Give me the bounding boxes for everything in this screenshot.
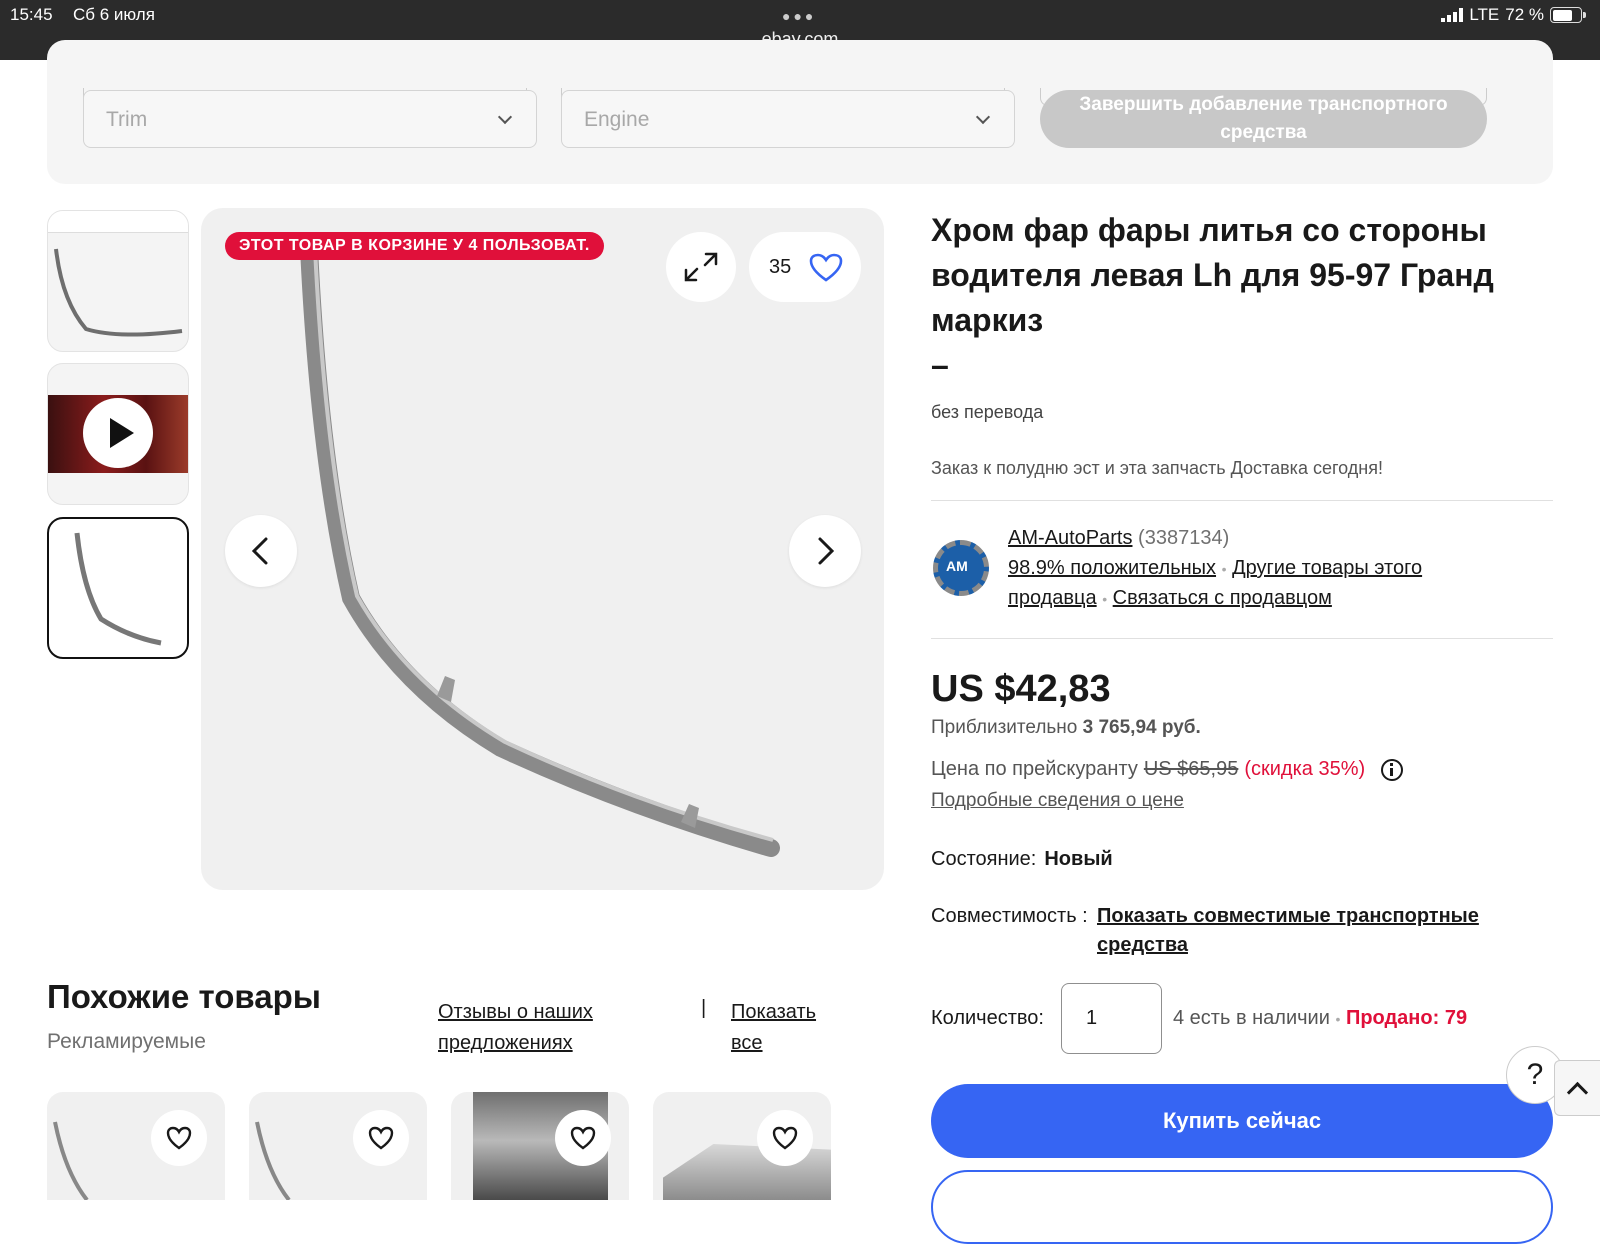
heart-icon (166, 1126, 192, 1150)
seller-logo[interactable]: AM (933, 540, 989, 596)
similar-items-subtitle: Рекламируемые (47, 1030, 206, 1053)
link-separator: | (701, 997, 707, 1019)
chevron-down-icon (497, 109, 513, 125)
product-title-text: Хром фар фары литья со стороны водителя … (931, 212, 1494, 338)
condition-value: Новый (1044, 848, 1113, 870)
engine-placeholder: Engine (584, 108, 650, 131)
divider (931, 500, 1553, 501)
product-title-dash: – (931, 347, 949, 383)
seller-links-line-2: продавца • Связаться с продавцом (1008, 587, 1332, 609)
quantity-label: Количество: (931, 1007, 1044, 1029)
trim-placeholder: Trim (106, 108, 148, 131)
finish-add-vehicle-button[interactable]: Завершить добавление транспортного средс… (1040, 90, 1487, 148)
similar-item-card[interactable] (47, 1092, 225, 1200)
network-type: LTE (1469, 5, 1500, 24)
delivery-promo: Заказ к полудню эст и эта запчасть Доста… (931, 458, 1383, 478)
product-subtitle: без перевода (931, 402, 1044, 422)
trim-select[interactable]: Trim (83, 90, 537, 148)
watch-heart-button[interactable] (555, 1110, 611, 1166)
product-title: Хром фар фары литья со стороны водителя … (931, 208, 1551, 388)
approx-price-value: 3 765,94 руб. (1082, 717, 1201, 738)
seller-feedback-count: (3387134) (1138, 527, 1230, 549)
heart-icon (809, 253, 843, 282)
available-count: 4 есть в наличии (1173, 1007, 1330, 1029)
cart-popularity-badge: ЭТОТ ТОВАР В КОРЗИНЕ У 4 ПОЛЬЗОВАТ. (225, 232, 604, 260)
status-time: 15:45 (10, 5, 53, 24)
next-image-button[interactable] (789, 515, 861, 587)
thumbnail-part-image (74, 532, 162, 646)
buy-now-button[interactable]: Купить сейчас (931, 1084, 1553, 1158)
thumbnail-part-image (54, 248, 183, 337)
info-icon[interactable] (1381, 758, 1404, 781)
status-indicators: LTE 72 % (1441, 5, 1586, 25)
expand-icon (684, 252, 718, 282)
battery-icon (1550, 7, 1586, 23)
divider (931, 638, 1553, 639)
chevron-right-icon (818, 537, 835, 565)
sold-count: Продано: 79 (1345, 1007, 1468, 1029)
seller-other-items-link-cont[interactable]: продавца (1008, 587, 1097, 609)
condition-line: Состояние: Новый (931, 848, 1113, 871)
vehicle-selector-panel: Trim Engine Завершить добавление транспо… (47, 40, 1553, 184)
discount-value: (скидка 35%) (1244, 758, 1366, 780)
product-main-image (300, 239, 780, 857)
chevron-down-icon (975, 109, 991, 125)
seller-name-link[interactable]: AM-AutoParts (1008, 527, 1132, 549)
cellular-signal-icon (1441, 8, 1464, 22)
status-date: Сб 6 июля (73, 5, 155, 24)
condition-label: Состояние: (931, 848, 1037, 870)
heart-icon (368, 1126, 394, 1150)
similar-item-card[interactable] (249, 1092, 427, 1200)
thumbnail-video[interactable] (47, 363, 189, 505)
watch-heart-button[interactable] (353, 1110, 409, 1166)
seller-links-line: 98.9% положительных • Другие товары этог… (1008, 557, 1423, 579)
seller-other-items-link[interactable]: Другие товары этого (1232, 557, 1422, 579)
battery-percent: 72 % (1505, 5, 1544, 24)
list-price-value: US $65,95 (1143, 758, 1239, 780)
seller-name-line: AM-AutoParts (3387134) (1008, 527, 1229, 550)
seller-positive-link[interactable]: 98.9% положительных (1008, 557, 1216, 579)
chevron-left-icon (251, 537, 268, 565)
watch-heart-button[interactable] (151, 1110, 207, 1166)
product-image-gallery[interactable]: ЭТОТ ТОВАР В КОРЗИНЕ У 4 ПОЛЬЗОВАТ. 35 (201, 208, 884, 890)
watch-count: 35 (769, 256, 792, 278)
play-icon[interactable] (83, 398, 153, 468)
quantity-input[interactable]: 1 (1061, 983, 1162, 1054)
thumbnail-image-1[interactable] (47, 210, 189, 352)
feedback-on-offers-link[interactable]: Отзывы о наших предложениях (438, 997, 638, 1059)
more-dots-icon[interactable]: ●●● (782, 8, 816, 24)
price-details-link[interactable]: Подробные сведения о цене (931, 790, 1184, 812)
heart-icon (570, 1126, 596, 1150)
add-to-cart-button[interactable] (931, 1170, 1553, 1244)
approx-price: Приблизительно 3 765,94 руб. (931, 717, 1201, 738)
heart-icon (772, 1126, 798, 1150)
watchlist-button[interactable]: 35 (749, 232, 861, 302)
item-price: US $42,83 (931, 668, 1111, 710)
show-compatible-vehicles-link[interactable]: Показать совместимые транспортные средст… (1097, 902, 1517, 960)
availability-line: 4 есть в наличии • Продано: 79 (1173, 1007, 1468, 1029)
contact-seller-link[interactable]: Связаться с продавцом (1113, 587, 1332, 609)
similar-items-title: Похожие товары (47, 978, 321, 1015)
similar-item-card[interactable] (451, 1092, 629, 1200)
compatibility-label: Совместимость : (931, 905, 1088, 927)
back-to-top-button[interactable] (1554, 1060, 1600, 1116)
watch-heart-button[interactable] (757, 1110, 813, 1166)
previous-image-button[interactable] (225, 515, 297, 587)
engine-select[interactable]: Engine (561, 90, 1015, 148)
list-price-label: Цена по прейскуранту (931, 758, 1138, 780)
list-price-line: Цена по прейскуранту US $65,95 (скидка 3… (931, 758, 1404, 781)
similar-item-card[interactable] (653, 1092, 831, 1200)
expand-image-button[interactable] (666, 232, 736, 302)
show-all-link[interactable]: Показать все (731, 997, 831, 1059)
thumbnail-image-3[interactable] (47, 517, 189, 659)
